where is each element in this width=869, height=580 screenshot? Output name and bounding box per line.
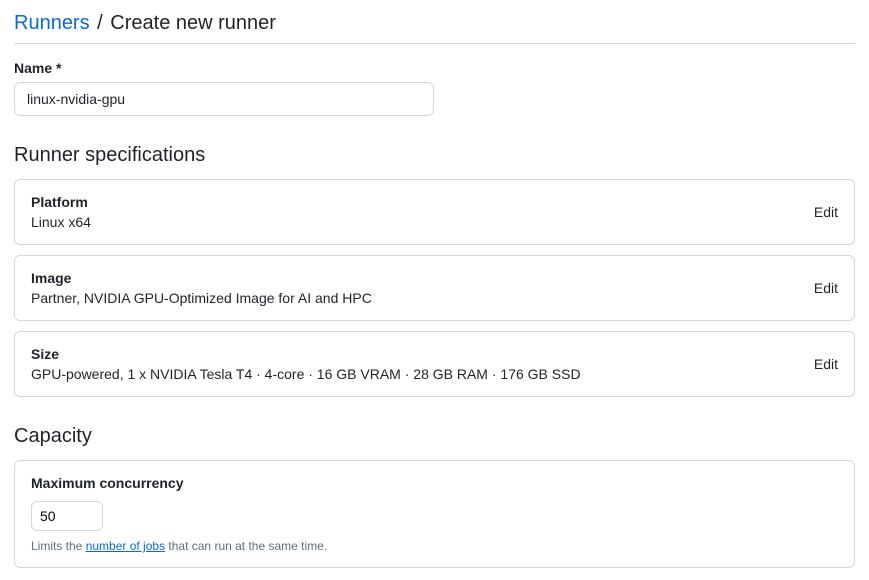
name-field-group: Name *	[14, 60, 855, 116]
spec-value-platform: Linux x64	[31, 214, 798, 230]
spec-value-image: Partner, NVIDIA GPU-Optimized Image for …	[31, 290, 798, 306]
help-suffix: that can run at the same time.	[165, 539, 327, 553]
number-of-jobs-link[interactable]: number of jobs	[86, 539, 165, 553]
edit-button-size[interactable]: Edit	[798, 356, 838, 372]
spec-value-size: GPU-powered, 1 x NVIDIA Tesla T4 · 4-cor…	[31, 366, 798, 382]
name-label: Name *	[14, 60, 855, 76]
spec-body: Size GPU-powered, 1 x NVIDIA Tesla T4 · …	[31, 346, 798, 382]
capacity-title: Capacity	[14, 425, 855, 448]
edit-button-image[interactable]: Edit	[798, 280, 838, 296]
breadcrumb-separator: /	[97, 12, 103, 34]
concurrency-label: Maximum concurrency	[31, 475, 838, 491]
spec-label-platform: Platform	[31, 194, 798, 210]
concurrency-input[interactable]	[31, 501, 103, 531]
runner-specs-title: Runner specifications	[14, 144, 855, 167]
spec-label-image: Image	[31, 270, 798, 286]
concurrency-help-text: Limits the number of jobs that can run a…	[31, 539, 838, 553]
spec-body: Platform Linux x64	[31, 194, 798, 230]
capacity-card: Maximum concurrency Limits the number of…	[14, 460, 855, 568]
name-input[interactable]	[14, 82, 434, 116]
spec-body: Image Partner, NVIDIA GPU-Optimized Imag…	[31, 270, 798, 306]
edit-button-platform[interactable]: Edit	[798, 204, 838, 220]
breadcrumb-current: Create new runner	[110, 12, 276, 34]
spec-card-image: Image Partner, NVIDIA GPU-Optimized Imag…	[14, 255, 855, 321]
breadcrumb-parent-link[interactable]: Runners	[14, 12, 90, 34]
spec-label-size: Size	[31, 346, 798, 362]
breadcrumb: Runners / Create new runner	[14, 12, 855, 44]
spec-card-size: Size GPU-powered, 1 x NVIDIA Tesla T4 · …	[14, 331, 855, 397]
help-prefix: Limits the	[31, 539, 86, 553]
spec-card-platform: Platform Linux x64 Edit	[14, 179, 855, 245]
